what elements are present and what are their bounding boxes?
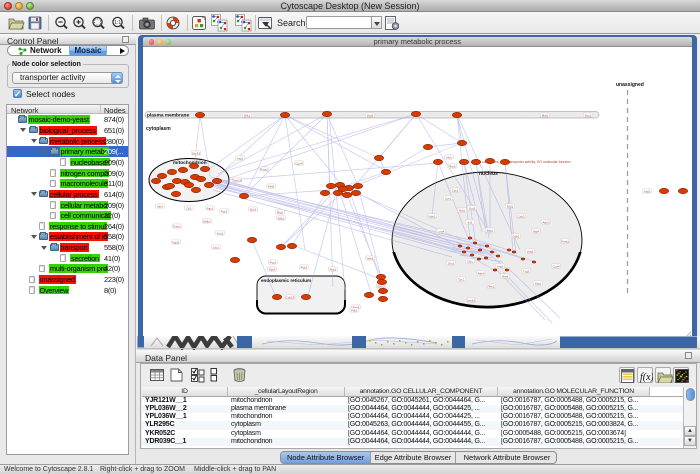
svg-text:Nde1: Nde1 xyxy=(428,214,436,218)
svg-text:Qcr2: Qcr2 xyxy=(250,207,257,211)
svg-text:Trp2: Trp2 xyxy=(523,269,529,273)
svg-text:plasma membrane: plasma membrane xyxy=(147,113,189,119)
svg-text:Ura2: Ura2 xyxy=(527,249,534,253)
svg-text:colocalizes_with transporter a: colocalizes_with transporter activity, G… xyxy=(482,160,571,164)
svg-text:Inv1: Inv1 xyxy=(446,155,452,159)
svg-text:Tdh3: Tdh3 xyxy=(269,267,276,271)
svg-text:Atp2: Atp2 xyxy=(644,189,651,193)
svg-text:Rip1: Rip1 xyxy=(277,210,284,214)
svg-text:Por1: Por1 xyxy=(221,209,228,213)
svg-text:Ald4: Ald4 xyxy=(533,229,539,233)
svg-text:Fbp1: Fbp1 xyxy=(330,267,337,271)
svg-text:Pyc1: Pyc1 xyxy=(270,260,277,264)
svg-text:His4: His4 xyxy=(502,274,508,278)
svg-text:Mdh1: Mdh1 xyxy=(203,219,211,223)
svg-text:Sdh1: Sdh1 xyxy=(277,216,284,220)
svg-text:Cyc1: Cyc1 xyxy=(452,188,459,192)
svg-text:unassigned: unassigned xyxy=(616,82,644,88)
svg-text:nucleus: nucleus xyxy=(479,171,498,177)
svg-text:Tom20: Tom20 xyxy=(232,178,241,182)
svg-text:Cox4: Cox4 xyxy=(295,161,302,165)
svg-text:Mal1: Mal1 xyxy=(542,113,549,117)
svg-text:Adh3: Adh3 xyxy=(542,220,549,224)
svg-text:f(x): f(x) xyxy=(640,372,653,383)
svg-text:Aco1: Aco1 xyxy=(217,231,224,235)
svg-text:Gal1: Gal1 xyxy=(367,113,374,117)
svg-text:Ilv2: Ilv2 xyxy=(468,220,473,224)
svg-text:Pfk1: Pfk1 xyxy=(351,308,357,312)
svg-text:Fum1: Fum1 xyxy=(173,224,181,228)
svg-text:Sec61: Sec61 xyxy=(467,298,476,302)
svg-text:Pck1: Pck1 xyxy=(301,265,308,269)
svg-text:Bat1: Bat1 xyxy=(487,228,494,232)
svg-text:Sec61: Sec61 xyxy=(192,151,201,155)
svg-text:Phe2: Phe2 xyxy=(487,284,494,288)
svg-text:Ndi1: Ndi1 xyxy=(459,208,466,212)
svg-text:Pma1: Pma1 xyxy=(260,167,268,171)
svg-text:Pma1: Pma1 xyxy=(561,239,569,243)
svg-text:Suc2: Suc2 xyxy=(585,113,592,117)
svg-text:Lsc1: Lsc1 xyxy=(213,245,220,249)
svg-text:Atp1: Atp1 xyxy=(237,156,244,160)
svg-text:Aac1: Aac1 xyxy=(207,206,214,210)
svg-text:Glk1: Glk1 xyxy=(244,113,251,117)
svg-text:Ade4: Ade4 xyxy=(477,271,484,275)
svg-text:Arg1: Arg1 xyxy=(497,264,504,268)
svg-text:Gln1: Gln1 xyxy=(448,261,455,265)
svg-text:Cox4: Cox4 xyxy=(552,264,559,268)
svg-text:Cdc19: Cdc19 xyxy=(286,295,295,299)
svg-text:Atp1: Atp1 xyxy=(535,281,542,285)
svg-text:Kgd1: Kgd1 xyxy=(172,240,179,244)
svg-text:Cor1: Cor1 xyxy=(445,196,452,200)
svg-text:Pho5: Pho5 xyxy=(448,164,455,168)
svg-text:Gut2: Gut2 xyxy=(469,206,476,210)
svg-text:Glt1: Glt1 xyxy=(467,259,473,263)
svg-text:Dld1: Dld1 xyxy=(507,204,514,208)
svg-text:cytoplasm: cytoplasm xyxy=(146,126,171,132)
svg-text:1:1: 1:1 xyxy=(114,20,121,26)
svg-text:Tyr1: Tyr1 xyxy=(458,277,464,281)
svg-text:Cit1: Cit1 xyxy=(186,206,192,210)
svg-text:Leu4: Leu4 xyxy=(438,229,445,233)
svg-text:Pet9: Pet9 xyxy=(268,184,275,188)
svg-text:Idh1: Idh1 xyxy=(157,204,163,208)
svg-text:Gdh1: Gdh1 xyxy=(512,234,520,238)
svg-text:Hxk2: Hxk2 xyxy=(367,256,374,260)
svg-text:Cyb2: Cyb2 xyxy=(517,214,524,218)
